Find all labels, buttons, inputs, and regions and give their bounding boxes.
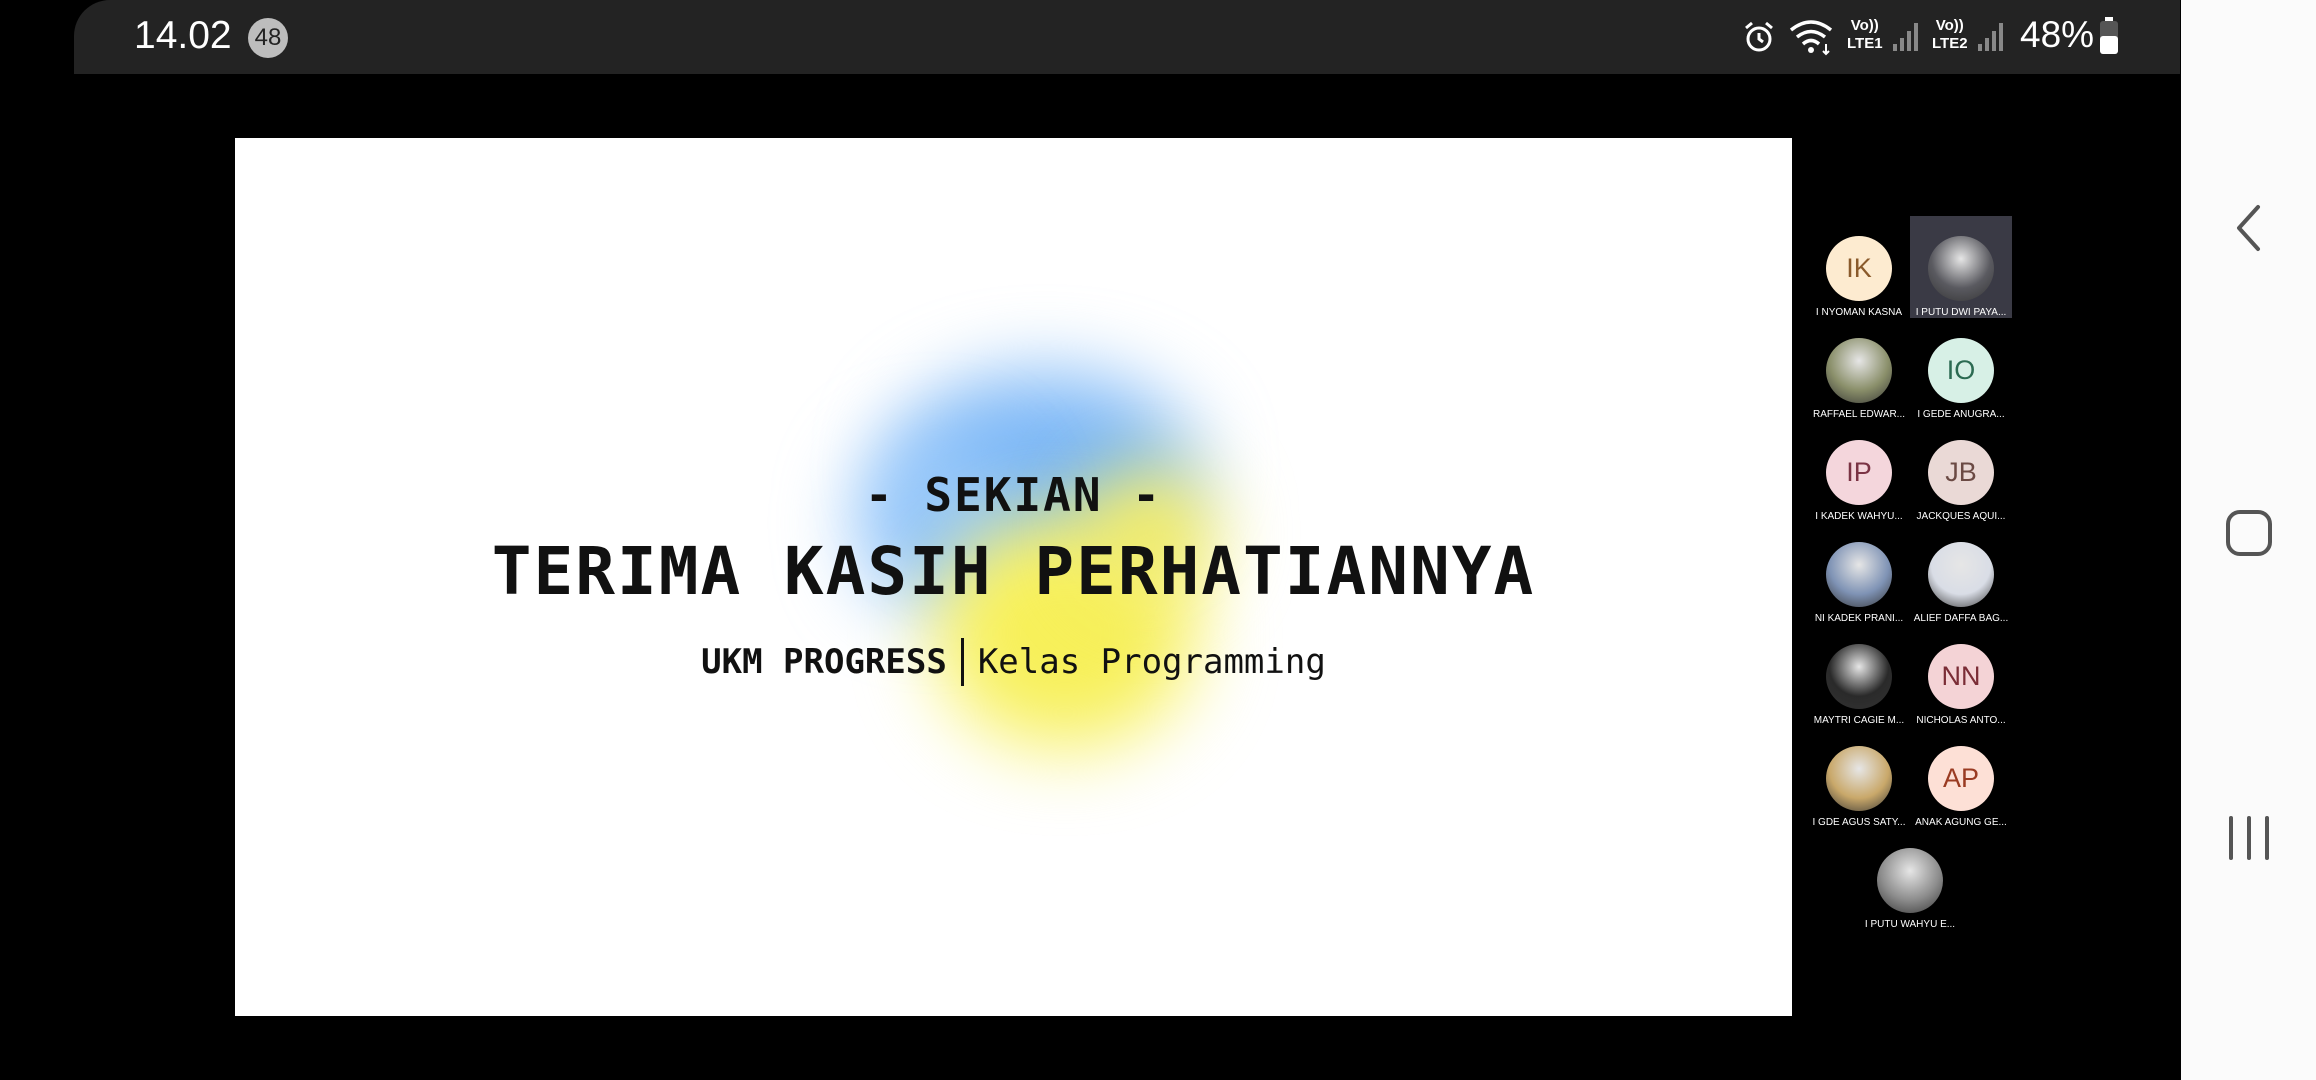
recents-button[interactable] xyxy=(2181,805,2316,875)
participant-tile[interactable]: AP ANAK AGUNG GE... xyxy=(1910,726,2012,828)
participant-name: I PUTU DWI PAYA... xyxy=(1915,307,2007,318)
participant-name: RAFFAEL EDWAR... xyxy=(1812,409,1906,420)
shared-slide: - SEKIAN - TERIMA KASIH PERHATIANNYA UKM… xyxy=(235,138,1792,1016)
home-button[interactable] xyxy=(2181,500,2316,570)
participant-initials-avatar: IO xyxy=(1928,338,1994,403)
slide-title: TERIMA KASIH PERHATIANNYA xyxy=(491,533,1536,610)
participant-name: I KADEK WAHYU... xyxy=(1815,511,1903,522)
participant-photo-avatar xyxy=(1826,338,1892,403)
participant-tile[interactable]: IO I GEDE ANUGRA... xyxy=(1910,318,2012,420)
participant-name: JACKQUES AQUI... xyxy=(1916,511,2006,522)
participant-tile[interactable]: IK I NYOMAN KASNA xyxy=(1808,216,1910,318)
participant-tile[interactable]: NI KADEK PRANI... xyxy=(1808,522,1910,624)
sim1-volte: Vo)) xyxy=(1850,17,1879,34)
screen: 14.02 48 Vo)) LTE1 Vo)) LTE2 48% - SEKIA… xyxy=(0,0,2316,1080)
participant-tile[interactable]: ALIEF DAFFA BAG... xyxy=(1910,522,2012,624)
participant-photo-avatar xyxy=(1928,542,1994,607)
participant-name: I GEDE ANUGRA... xyxy=(1917,409,2005,420)
sim2-indicator: Vo)) LTE2 xyxy=(1932,18,1968,51)
participant-name: I PUTU WAHYU E... xyxy=(1864,919,1956,930)
slide-footer: UKM PROGRESS Kelas Programming xyxy=(235,638,1792,686)
notification-count-badge: 48 xyxy=(248,18,288,58)
back-icon xyxy=(2234,204,2264,256)
sim1-network: LTE1 xyxy=(1847,35,1883,52)
participant-tile[interactable]: I PUTU WAHYU E... xyxy=(1859,828,1961,930)
participant-tile[interactable]: I PUTU DWI PAYA... xyxy=(1910,216,2012,318)
participant-photo-avatar xyxy=(1928,236,1994,301)
participant-name: NI KADEK PRANI... xyxy=(1814,613,1904,624)
alarm-icon xyxy=(1742,20,1776,58)
slide-subtitle: - SEKIAN - xyxy=(865,468,1162,522)
participant-initials-avatar: IP xyxy=(1826,440,1892,505)
back-button[interactable] xyxy=(2181,195,2316,265)
sim2-network: LTE2 xyxy=(1932,35,1968,52)
participant-tile[interactable]: NN NICHOLAS ANTO... xyxy=(1910,624,2012,726)
participant-tile[interactable]: I GDE AGUS SATY... xyxy=(1808,726,1910,828)
signal-icon xyxy=(1977,20,2005,56)
status-bar: 14.02 48 Vo)) LTE1 Vo)) LTE2 48% xyxy=(74,0,2180,74)
slide-divider xyxy=(960,638,964,686)
navigation-bar xyxy=(2181,0,2316,1080)
wifi-icon xyxy=(1788,18,1834,60)
participant-tile[interactable]: JB JACKQUES AQUI... xyxy=(1910,420,2012,522)
participant-name: MAYTRI CAGIE M... xyxy=(1813,715,1905,726)
slide-org: UKM PROGRESS xyxy=(701,642,947,682)
battery-icon xyxy=(2099,17,2119,59)
participant-initials-avatar: JB xyxy=(1928,440,1994,505)
participant-name: I NYOMAN KASNA xyxy=(1815,307,1903,318)
participant-initials-avatar: AP xyxy=(1928,746,1994,811)
participant-tile[interactable]: RAFFAEL EDWAR... xyxy=(1808,318,1910,420)
participant-name: I GDE AGUS SATY... xyxy=(1812,817,1906,828)
recents-icon xyxy=(2227,814,2271,866)
signal-icon xyxy=(1892,20,1920,56)
sim1-indicator: Vo)) LTE1 xyxy=(1847,18,1883,51)
participant-tile[interactable]: IP I KADEK WAHYU... xyxy=(1808,420,1910,522)
participant-name: NICHOLAS ANTO... xyxy=(1916,715,2006,726)
participant-photo-avatar xyxy=(1877,848,1943,913)
slide-class-name: Kelas Programming xyxy=(977,642,1326,682)
participant-tile[interactable]: MAYTRI CAGIE M... xyxy=(1808,624,1910,726)
participant-initials-avatar: IK xyxy=(1826,236,1892,301)
participant-name: ALIEF DAFFA BAG... xyxy=(1913,613,2009,624)
home-icon xyxy=(2225,509,2273,561)
participant-name: ANAK AGUNG GE... xyxy=(1915,817,2007,828)
participant-photo-avatar xyxy=(1826,644,1892,709)
battery-percentage: 48% xyxy=(2020,14,2095,55)
participant-photo-avatar xyxy=(1826,746,1892,811)
sim2-volte: Vo)) xyxy=(1935,17,1964,34)
status-time: 14.02 xyxy=(134,14,232,57)
participant-initials-avatar: NN xyxy=(1928,644,1994,709)
participant-photo-avatar xyxy=(1826,542,1892,607)
